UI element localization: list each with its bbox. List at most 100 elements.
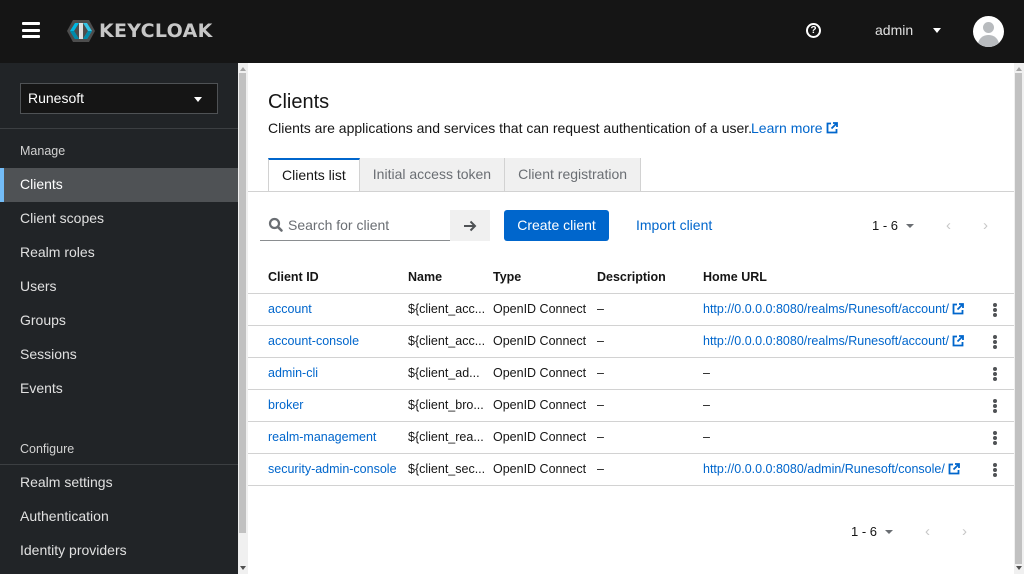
column-header-home-url[interactable]: Home URL <box>703 270 767 284</box>
home-url-link[interactable]: http://0.0.0.0:8080/admin/Runesoft/conso… <box>703 462 945 476</box>
client-id-link[interactable]: broker <box>268 398 303 412</box>
client-type: OpenID Connect <box>493 366 587 380</box>
scroll-up-arrow-icon[interactable] <box>240 67 246 71</box>
tabs-divider <box>248 191 1014 192</box>
client-id-link[interactable]: security-admin-console <box>268 462 397 476</box>
client-id-link[interactable]: account-console <box>268 334 359 348</box>
sidebar-item-events[interactable]: Events <box>0 372 238 406</box>
table-row: account ${client_acc... OpenID Connect – htt… <box>248 294 1014 326</box>
realm-selector[interactable]: Runesoft <box>20 83 218 114</box>
import-client-button[interactable]: Import client <box>636 210 712 241</box>
client-description: – <box>597 366 604 380</box>
client-home-url: – <box>703 398 710 412</box>
create-client-button[interactable]: Create client <box>504 210 609 241</box>
client-description: – <box>597 462 604 476</box>
realm-name: Runesoft <box>28 90 85 106</box>
scroll-down-arrow-icon[interactable] <box>240 566 246 570</box>
sidebar-item-label: Identity providers <box>20 542 127 558</box>
sidebar-divider <box>0 128 238 129</box>
sidebar-scrollbar-thumb[interactable] <box>239 73 246 533</box>
row-actions-kebab-icon[interactable] <box>992 462 998 478</box>
keycloak-logo-icon <box>67 20 95 42</box>
home-url-empty: – <box>703 398 710 412</box>
search-input[interactable] <box>288 217 448 233</box>
per-page-toggle[interactable]: 1 - 6 <box>851 524 894 539</box>
user-menu-toggle[interactable]: admin <box>875 22 942 38</box>
previous-page-button[interactable]: ‹ <box>946 217 951 234</box>
client-id-link[interactable]: admin-cli <box>268 366 318 380</box>
client-name: ${client_acc... <box>408 334 486 348</box>
question-circle-icon[interactable]: ? <box>806 23 821 38</box>
tab-client-registration[interactable]: Client registration <box>505 158 642 191</box>
user-avatar-icon[interactable] <box>973 16 1004 47</box>
sidebar-item-groups[interactable]: Groups <box>0 304 238 338</box>
row-actions-kebab-icon[interactable] <box>992 366 998 382</box>
pagination-top: 1 - 6 ‹ › <box>872 210 988 241</box>
table-row: realm-management ${client_rea... OpenID Co… <box>248 422 1014 454</box>
client-id-link[interactable]: account <box>268 302 312 316</box>
sidebar-item-label: Realm settings <box>20 474 113 490</box>
sidebar-item-authentication[interactable]: Authentication <box>0 500 238 534</box>
row-actions-kebab-icon[interactable] <box>992 430 998 446</box>
search-icon <box>268 217 283 232</box>
column-header-description[interactable]: Description <box>597 270 666 284</box>
hamburger-menu-icon[interactable] <box>22 22 40 38</box>
scroll-up-arrow-icon[interactable] <box>1016 67 1022 71</box>
per-page-toggle[interactable]: 1 - 6 <box>872 218 915 233</box>
column-header-client-id[interactable]: Client ID <box>268 270 319 284</box>
client-name: ${client_sec... <box>408 462 486 476</box>
search-submit-button[interactable] <box>450 210 490 241</box>
tab-initial-access-token[interactable]: Initial access token <box>359 158 506 191</box>
next-page-button[interactable]: › <box>962 523 967 540</box>
sidebar-scrollbar[interactable] <box>238 63 248 574</box>
client-type: OpenID Connect <box>493 398 587 412</box>
sidebar-item-sessions[interactable]: Sessions <box>0 338 238 372</box>
sidebar: Runesoft Manage Clients Client scopes Re… <box>0 63 238 574</box>
client-home-url: http://0.0.0.0:8080/admin/Runesoft/conso… <box>703 462 960 476</box>
client-type: OpenID Connect <box>493 302 587 316</box>
learn-more-link[interactable]: Learn more <box>751 120 838 136</box>
next-page-button[interactable]: › <box>983 217 988 234</box>
home-url-link[interactable]: http://0.0.0.0:8080/realms/Runesoft/acco… <box>703 334 949 348</box>
sidebar-item-label: Events <box>20 380 63 396</box>
row-actions-kebab-icon[interactable] <box>992 334 998 350</box>
sidebar-item-clients[interactable]: Clients <box>0 168 238 202</box>
sidebar-item-realm-settings[interactable]: Realm settings <box>0 466 238 500</box>
learn-more-label: Learn more <box>751 120 823 136</box>
pagination-bottom: 1 - 6 ‹ › <box>851 516 967 547</box>
search-box[interactable] <box>260 210 450 241</box>
caret-down-icon <box>906 223 915 228</box>
home-url-empty: – <box>703 366 710 380</box>
sidebar-item-identity-providers[interactable]: Identity providers <box>0 534 238 568</box>
sidebar-item-label: Client scopes <box>20 210 105 226</box>
client-name: ${client_ad... <box>408 366 480 380</box>
main-scrollbar[interactable] <box>1014 63 1024 574</box>
main-content: Clients Clients are applications and ser… <box>248 63 1014 574</box>
previous-page-button[interactable]: ‹ <box>925 523 930 540</box>
table-row: broker ${client_bro... OpenID Connect – – <box>248 390 1014 422</box>
table-header: Client ID Name Type Description Home URL <box>248 261 1014 294</box>
sidebar-item-label: Sessions <box>20 346 77 362</box>
client-description: – <box>597 302 604 316</box>
table-row: account-console ${client_acc... OpenID Con… <box>248 326 1014 358</box>
client-description: – <box>597 334 604 348</box>
keycloak-logo[interactable]: KEYCLOAK <box>66 18 213 44</box>
caret-down-icon <box>194 97 202 102</box>
column-header-type[interactable]: Type <box>493 270 521 284</box>
table-row: security-admin-console ${client_sec... Ope… <box>248 454 1014 486</box>
masthead: KEYCLOAK ? admin <box>0 0 1024 63</box>
sidebar-item-users[interactable]: Users <box>0 270 238 304</box>
main-scrollbar-thumb[interactable] <box>1015 73 1022 564</box>
pagination-range: 1 - 6 <box>872 218 899 233</box>
row-actions-kebab-icon[interactable] <box>992 398 998 414</box>
sidebar-item-realm-roles[interactable]: Realm roles <box>0 236 238 270</box>
sidebar-item-client-scopes[interactable]: Client scopes <box>0 202 238 236</box>
tab-clients-list[interactable]: Clients list <box>268 158 360 191</box>
scroll-down-arrow-icon[interactable] <box>1016 566 1022 570</box>
row-actions-kebab-icon[interactable] <box>992 302 998 318</box>
client-home-url: http://0.0.0.0:8080/realms/Runesoft/acco… <box>703 302 964 316</box>
home-url-link[interactable]: http://0.0.0.0:8080/realms/Runesoft/acco… <box>703 302 949 316</box>
column-header-name[interactable]: Name <box>408 270 442 284</box>
caret-down-icon <box>885 529 894 534</box>
client-id-link[interactable]: realm-management <box>268 430 376 444</box>
